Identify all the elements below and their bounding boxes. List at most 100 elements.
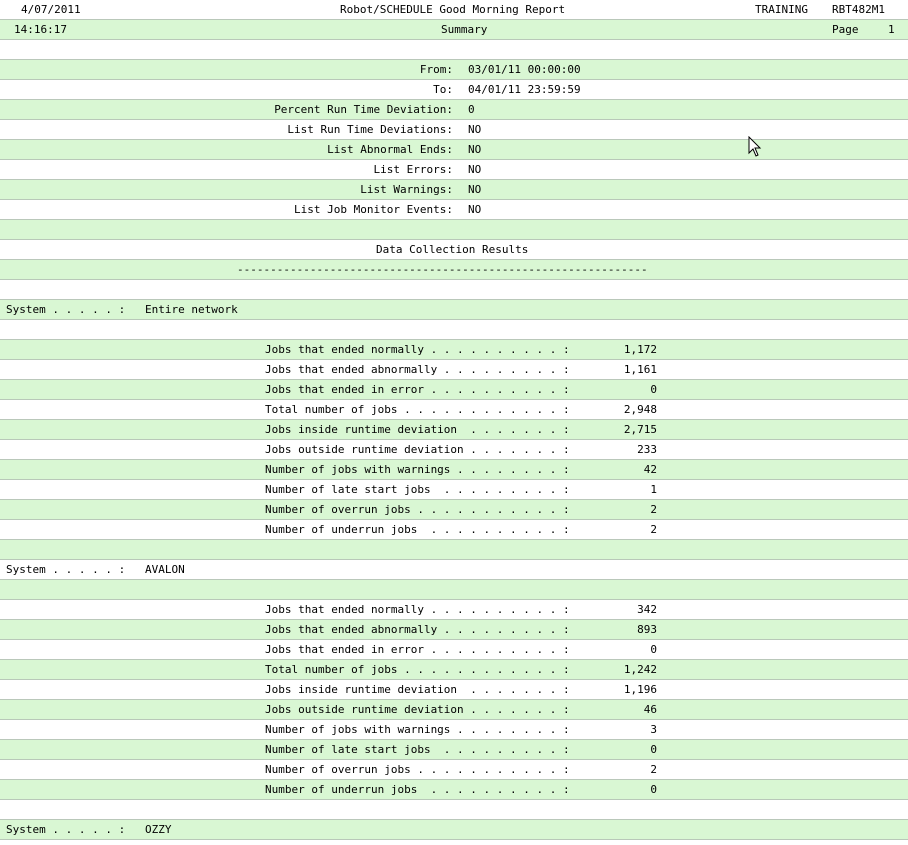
blank-row bbox=[0, 40, 908, 60]
param-label: List Abnormal Ends: bbox=[327, 143, 453, 156]
stat-value: 0 bbox=[650, 743, 657, 756]
stat-value: 3 bbox=[650, 723, 657, 736]
blank-row bbox=[0, 280, 908, 300]
param-value: NO bbox=[468, 143, 482, 156]
stat-label: Jobs inside runtime deviation . . . . . … bbox=[265, 423, 570, 436]
system-name: OZZY bbox=[145, 823, 172, 836]
stat-row: Number of underrun jobs . . . . . . . . … bbox=[0, 780, 908, 800]
param-value: 03/01/11 00:00:00 bbox=[468, 63, 581, 76]
section-title: Data Collection Results bbox=[376, 243, 529, 256]
stat-value: 2,715 bbox=[623, 423, 657, 436]
stat-row: Total number of jobs . . . . . . . . . .… bbox=[0, 400, 908, 420]
report-subtitle: Summary bbox=[441, 23, 488, 36]
stat-label: Jobs outside runtime deviation . . . . .… bbox=[265, 443, 570, 456]
stat-value: 42 bbox=[643, 463, 657, 476]
param-row: List Warnings: NO bbox=[0, 180, 908, 200]
param-value: NO bbox=[468, 163, 482, 176]
stat-value: 233 bbox=[637, 443, 657, 456]
stat-row: Jobs that ended in error . . . . . . . .… bbox=[0, 640, 908, 660]
mouse-cursor-icon bbox=[748, 136, 762, 157]
stat-row: Jobs that ended abnormally . . . . . . .… bbox=[0, 360, 908, 380]
stat-label: Total number of jobs . . . . . . . . . .… bbox=[265, 403, 570, 416]
param-label: List Job Monitor Events: bbox=[294, 203, 453, 216]
param-row: List Errors: NO bbox=[0, 160, 908, 180]
stat-row: Jobs that ended in error . . . . . . . .… bbox=[0, 380, 908, 400]
stat-value: 0 bbox=[650, 783, 657, 796]
param-label: To: bbox=[433, 83, 453, 96]
stat-label: Jobs that ended normally . . . . . . . .… bbox=[265, 603, 570, 616]
param-label: List Errors: bbox=[373, 163, 453, 176]
param-value: NO bbox=[468, 203, 482, 216]
param-value: NO bbox=[468, 183, 482, 196]
stat-label: Jobs that ended abnormally . . . . . . .… bbox=[265, 623, 570, 636]
stat-label: Number of jobs with warnings . . . . . .… bbox=[265, 723, 570, 736]
stat-row: Jobs outside runtime deviation . . . . .… bbox=[0, 700, 908, 720]
param-row: To: 04/01/11 23:59:59 bbox=[0, 80, 908, 100]
stat-row: Number of overrun jobs . . . . . . . . .… bbox=[0, 760, 908, 780]
stat-value: 46 bbox=[643, 703, 657, 716]
param-label: List Warnings: bbox=[360, 183, 453, 196]
stat-row: Number of late start jobs . . . . . . . … bbox=[0, 480, 908, 500]
stat-value: 342 bbox=[637, 603, 657, 616]
param-row: List Run Time Deviations: NO bbox=[0, 120, 908, 140]
report-subheader-row: 14:16:17 Summary Page 1 bbox=[0, 20, 908, 40]
stat-label: Number of jobs with warnings . . . . . .… bbox=[265, 463, 570, 476]
stat-value: 2 bbox=[650, 503, 657, 516]
report-time: 14:16:17 bbox=[14, 23, 67, 36]
blank-row bbox=[0, 800, 908, 820]
param-value: 04/01/11 23:59:59 bbox=[468, 83, 581, 96]
stat-value: 2 bbox=[650, 523, 657, 536]
stat-label: Jobs inside runtime deviation . . . . . … bbox=[265, 683, 570, 696]
stat-value: 1,172 bbox=[623, 343, 657, 356]
stat-row: Jobs outside runtime deviation . . . . .… bbox=[0, 440, 908, 460]
stat-row: Jobs inside runtime deviation . . . . . … bbox=[0, 680, 908, 700]
stat-row: Jobs that ended abnormally . . . . . . .… bbox=[0, 620, 908, 640]
environment-name: TRAINING bbox=[755, 3, 808, 16]
param-row: List Job Monitor Events: NO bbox=[0, 200, 908, 220]
separator-row: ----------------------------------------… bbox=[0, 260, 908, 280]
stat-value: 1,242 bbox=[623, 663, 657, 676]
report-date: 4/07/2011 bbox=[21, 3, 81, 16]
blank-row bbox=[0, 220, 908, 240]
blank-row bbox=[0, 540, 908, 560]
stat-row: Number of underrun jobs . . . . . . . . … bbox=[0, 520, 908, 540]
system-row: System . . . . . : Entire network bbox=[0, 300, 908, 320]
stat-value: 0 bbox=[650, 383, 657, 396]
system-label: System . . . . . : bbox=[6, 303, 126, 316]
stat-value: 2 bbox=[650, 763, 657, 776]
report-header-row: 4/07/2011 Robot/SCHEDULE Good Morning Rep… bbox=[0, 0, 908, 20]
stat-label: Jobs that ended normally . . . . . . . .… bbox=[265, 343, 570, 356]
param-row: Percent Run Time Deviation: 0 bbox=[0, 100, 908, 120]
param-row: From: 03/01/11 00:00:00 bbox=[0, 60, 908, 80]
stat-row: Jobs that ended normally . . . . . . . .… bbox=[0, 340, 908, 360]
stat-label: Number of late start jobs . . . . . . . … bbox=[265, 743, 570, 756]
stat-label: Number of overrun jobs . . . . . . . . .… bbox=[265, 763, 570, 776]
blank-row bbox=[0, 580, 908, 600]
param-label: List Run Time Deviations: bbox=[287, 123, 453, 136]
stat-value: 0 bbox=[650, 643, 657, 656]
stat-label: Jobs that ended in error . . . . . . . .… bbox=[265, 383, 570, 396]
param-row: List Abnormal Ends: NO bbox=[0, 140, 908, 160]
param-value: NO bbox=[468, 123, 482, 136]
stat-value: 1,196 bbox=[623, 683, 657, 696]
stat-label: Total number of jobs . . . . . . . . . .… bbox=[265, 663, 570, 676]
system-label: System . . . . . : bbox=[6, 563, 126, 576]
stat-label: Number of late start jobs . . . . . . . … bbox=[265, 483, 570, 496]
blank-row bbox=[0, 320, 908, 340]
stat-row: Jobs inside runtime deviation . . . . . … bbox=[0, 420, 908, 440]
report-title: Robot/SCHEDULE Good Morning Report bbox=[340, 3, 566, 16]
stat-value: 1,161 bbox=[623, 363, 657, 376]
param-label: From: bbox=[419, 63, 453, 76]
report-page: 4/07/2011 Robot/SCHEDULE Good Morning Rep… bbox=[0, 0, 908, 840]
report-id: RBT482M1 bbox=[832, 3, 885, 16]
stat-value: 893 bbox=[637, 623, 657, 636]
stat-row: Number of overrun jobs . . . . . . . . .… bbox=[0, 500, 908, 520]
stat-label: Number of overrun jobs . . . . . . . . .… bbox=[265, 503, 570, 516]
stat-value: 1 bbox=[650, 483, 657, 496]
param-label: Percent Run Time Deviation: bbox=[274, 103, 453, 116]
page-label: Page bbox=[832, 23, 859, 36]
stat-label: Jobs that ended in error . . . . . . . .… bbox=[265, 643, 570, 656]
stat-label: Number of underrun jobs . . . . . . . . … bbox=[265, 783, 570, 796]
stat-row: Number of late start jobs . . . . . . . … bbox=[0, 740, 908, 760]
stat-row: Number of jobs with warnings . . . . . .… bbox=[0, 720, 908, 740]
